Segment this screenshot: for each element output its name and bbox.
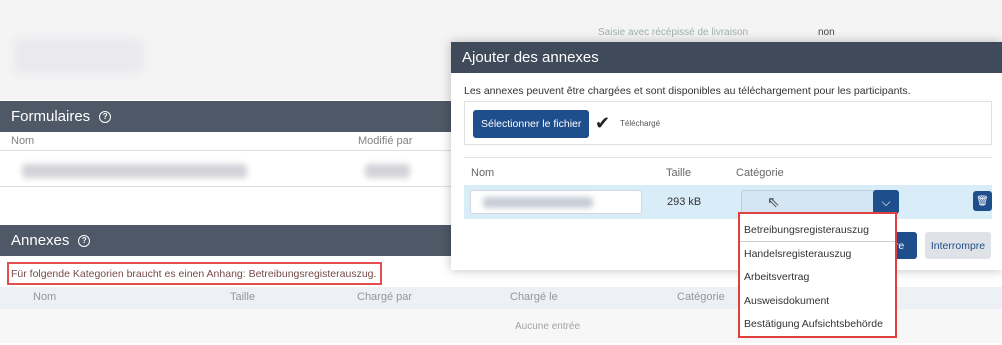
files-col-category: Catégorie bbox=[736, 167, 784, 179]
file-size: 293 kB bbox=[667, 196, 702, 208]
dropdown-option[interactable]: Handelsregisterauszug bbox=[740, 242, 895, 266]
files-col-name: Nom bbox=[471, 167, 495, 179]
dialog-description: Les annexes peuvent être chargées et son… bbox=[464, 85, 911, 97]
uploaded-status: Téléchargé bbox=[620, 119, 661, 128]
file-name-input[interactable] bbox=[470, 190, 642, 214]
dropdown-option[interactable]: Arbeitsvertrag bbox=[740, 265, 895, 289]
dropdown-option[interactable]: Ausweisdokument bbox=[740, 289, 895, 313]
dialog-title: Ajouter des annexes bbox=[451, 42, 1002, 73]
cancel-button[interactable]: Interrompre bbox=[925, 232, 991, 259]
file-row: 293 kB ⌵ ⇖ 🗑 bbox=[464, 185, 992, 219]
checkmark-icon: ✔ bbox=[595, 113, 611, 133]
files-table-header: Nom Taille Catégorie bbox=[464, 157, 992, 185]
blurred-file-name bbox=[483, 197, 593, 208]
dropdown-option[interactable]: Betreibungsregisterauszug bbox=[740, 218, 895, 242]
add-annexes-dialog: Ajouter des annexes Les annexes peuvent … bbox=[451, 42, 1002, 270]
dropdown-option[interactable]: Bestätigung Aufsichtsbehörde bbox=[740, 312, 895, 336]
trash-icon: 🗑 bbox=[976, 195, 989, 207]
category-dropdown: Betreibungsregisterauszug Handelsregiste… bbox=[738, 212, 897, 338]
delete-file-button[interactable]: 🗑 bbox=[973, 191, 992, 211]
upload-area: Sélectionner le fichier ✔ Téléchargé bbox=[464, 101, 992, 145]
files-col-size: Taille bbox=[666, 167, 692, 179]
chevron-down-icon[interactable]: ⌵ bbox=[873, 190, 899, 214]
select-file-button[interactable]: Sélectionner le fichier bbox=[473, 110, 590, 138]
category-select[interactable]: ⌵ bbox=[741, 190, 899, 214]
mouse-cursor-icon: ⇖ bbox=[767, 194, 780, 211]
